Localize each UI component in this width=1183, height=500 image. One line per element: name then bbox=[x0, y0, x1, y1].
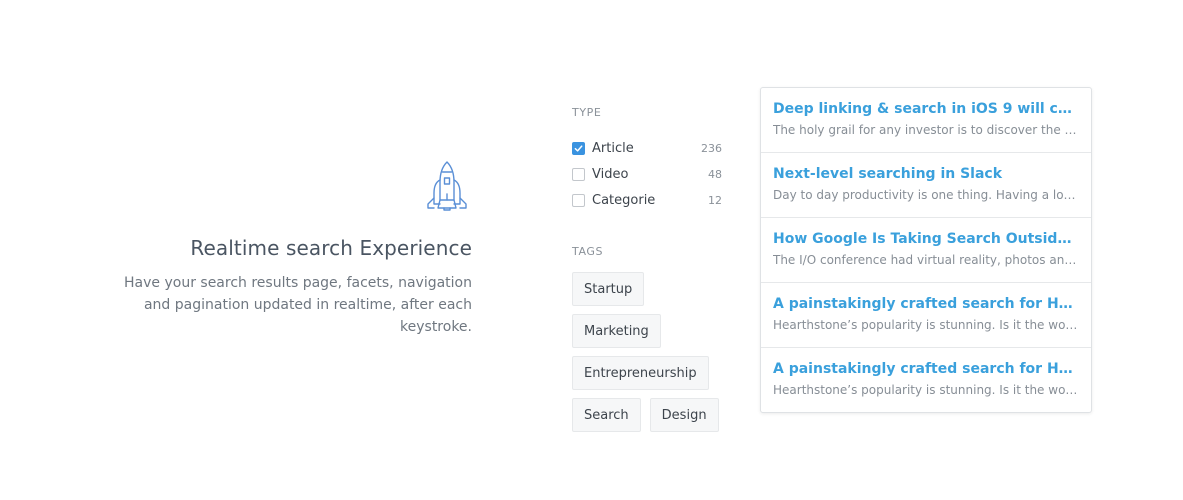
result-title[interactable]: A painstakingly crafted search for Heart… bbox=[773, 361, 1079, 377]
result-snippet: Hearthstone’s popularity is stunning. Is… bbox=[773, 383, 1079, 397]
result-title[interactable]: A painstakingly crafted search for Heart… bbox=[773, 296, 1079, 312]
type-label: Categorie bbox=[592, 192, 656, 208]
type-facet-item-article[interactable]: Article 236 bbox=[572, 135, 722, 161]
type-facet-list: Article 236 Video 48 Categorie 12 bbox=[572, 135, 732, 213]
video-checkbox[interactable] bbox=[572, 167, 585, 181]
result-snippet: The holy grail for any investor is to di… bbox=[773, 123, 1079, 137]
type-facet-item-categorie[interactable]: Categorie 12 bbox=[572, 187, 722, 213]
tag-entrepreneurship[interactable]: Entrepreneurship bbox=[572, 356, 709, 390]
tags-facet-title: TAGS bbox=[572, 245, 604, 258]
tag-marketing[interactable]: Marketing bbox=[572, 314, 661, 348]
search-result-item[interactable]: Deep linking & search in iOS 9 will chan… bbox=[761, 88, 1091, 153]
type-count: 48 bbox=[708, 167, 722, 181]
categorie-checkbox[interactable] bbox=[572, 193, 585, 207]
search-results-panel: Deep linking & search in iOS 9 will chan… bbox=[760, 87, 1092, 413]
intro-block: Realtime search Experience Have your sea… bbox=[100, 160, 472, 338]
result-snippet: The I/O conference had virtual reality, … bbox=[773, 253, 1079, 267]
result-title[interactable]: Next-level searching in Slack bbox=[773, 166, 1079, 182]
facets-panel: TYPE Article 236 Video 48 Categorie 12 T… bbox=[572, 106, 732, 440]
rocket-icon bbox=[425, 160, 469, 212]
type-label: Video bbox=[592, 166, 629, 182]
search-result-item[interactable]: A painstakingly crafted search for Heart… bbox=[761, 283, 1091, 348]
tags-list: Startup Marketing Entrepreneurship Searc… bbox=[572, 272, 742, 440]
tag-search[interactable]: Search bbox=[572, 398, 641, 432]
feature-section: Realtime search Experience Have your sea… bbox=[0, 0, 1183, 500]
search-result-item[interactable]: Next-level searching in Slack Day to day… bbox=[761, 153, 1091, 218]
result-snippet: Day to day productivity is one thing. Ha… bbox=[773, 188, 1079, 202]
result-title[interactable]: How Google Is Taking Search Outside the … bbox=[773, 231, 1079, 247]
type-facet-title: TYPE bbox=[572, 106, 602, 119]
type-facet-item-video[interactable]: Video 48 bbox=[572, 161, 722, 187]
result-snippet: Hearthstone’s popularity is stunning. Is… bbox=[773, 318, 1079, 332]
search-result-item[interactable]: A painstakingly crafted search for Heart… bbox=[761, 348, 1091, 412]
feature-description: Have your search results page, facets, n… bbox=[124, 275, 472, 335]
article-checkbox[interactable] bbox=[572, 141, 585, 155]
tag-design[interactable]: Design bbox=[649, 398, 719, 432]
feature-title: Realtime search Experience bbox=[190, 236, 472, 260]
type-count: 236 bbox=[701, 141, 722, 155]
type-count: 12 bbox=[708, 193, 722, 207]
tag-startup[interactable]: Startup bbox=[572, 272, 645, 306]
result-title[interactable]: Deep linking & search in iOS 9 will chan… bbox=[773, 101, 1079, 117]
type-label: Article bbox=[592, 140, 634, 156]
search-result-item[interactable]: How Google Is Taking Search Outside the … bbox=[761, 218, 1091, 283]
checkmark-icon bbox=[574, 144, 583, 152]
